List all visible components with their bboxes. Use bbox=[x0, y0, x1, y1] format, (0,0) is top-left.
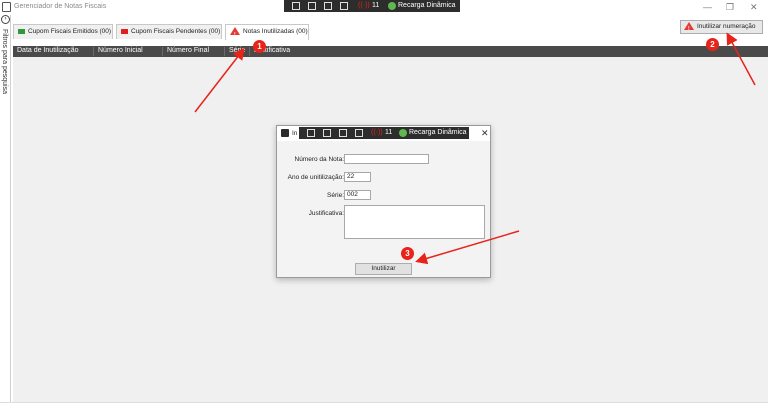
annotation-badge-1: 1 bbox=[253, 40, 266, 53]
annotation-badge-3: 3 bbox=[401, 247, 414, 260]
arrow-to-tab bbox=[194, 47, 245, 113]
annotation-arrows bbox=[194, 32, 756, 265]
arrow-to-submit-button bbox=[415, 230, 520, 265]
annotation-badge-2: 2 bbox=[706, 38, 719, 51]
arrow-to-inutilizar-button bbox=[726, 32, 756, 86]
